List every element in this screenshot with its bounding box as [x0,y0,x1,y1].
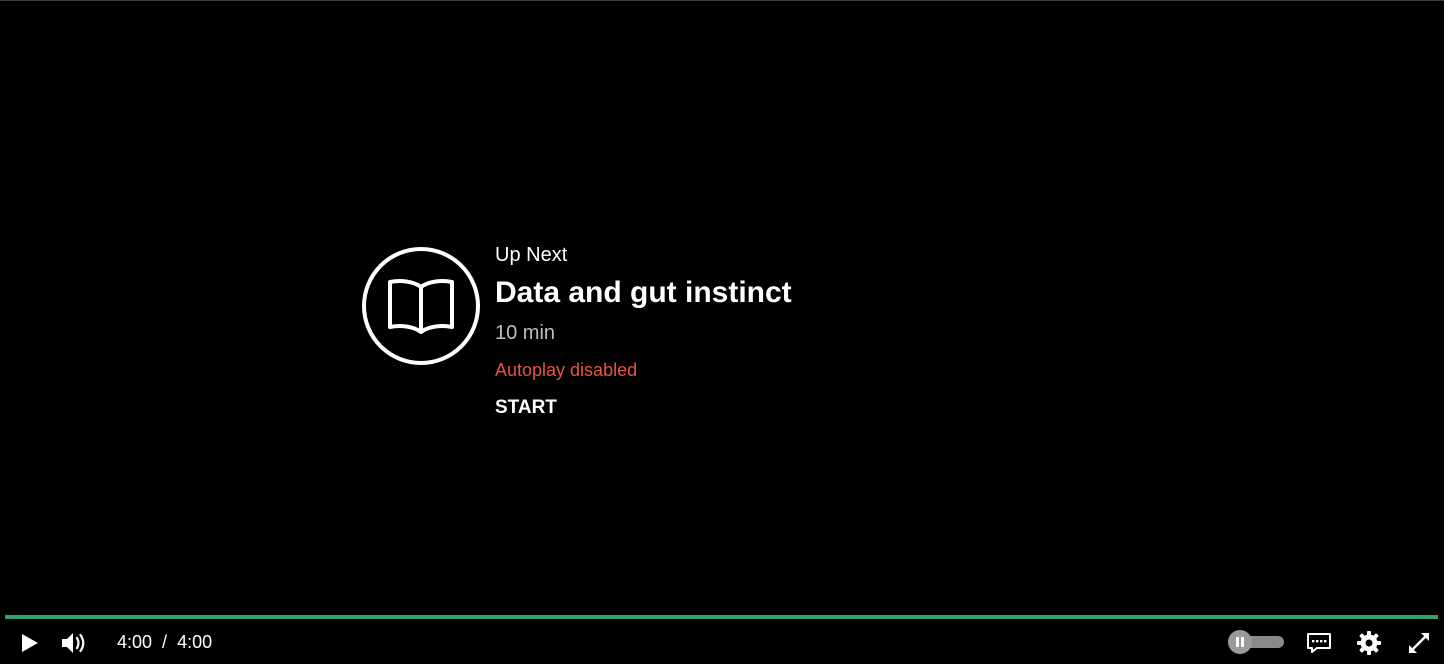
gear-icon[interactable] [1355,629,1383,657]
open-book-icon[interactable] [362,247,480,365]
progress-bar[interactable] [5,615,1438,619]
up-next-details: Up Next Data and gut instinct 10 min Aut… [495,241,792,420]
start-button[interactable]: START [495,396,792,420]
autoplay-toggle-knob[interactable] [1228,630,1252,654]
up-next-label: Up Next [495,244,568,266]
time-display: 4:00 / 4:00 [117,631,212,653]
progress-fill [5,615,1438,619]
fullscreen-icon[interactable] [1406,630,1432,656]
next-video-title[interactable]: Data and gut instinct [495,273,792,313]
up-next-overlay: Up Next Data and gut instinct 10 min Aut… [362,241,792,420]
next-video-duration: 10 min [495,322,556,344]
current-time: 4:00 [117,632,153,652]
autoplay-status: Autoplay disabled [495,360,638,380]
play-icon[interactable] [18,631,42,655]
control-bar: 4:00 / 4:00 [0,621,1444,664]
video-player[interactable]: Up Next Data and gut instinct 10 min Aut… [0,0,1444,664]
volume-icon[interactable] [60,630,88,656]
time-separator: / [162,632,168,652]
captions-icon[interactable] [1305,630,1333,656]
total-time: 4:00 [177,632,213,652]
pause-icon [1236,637,1244,647]
